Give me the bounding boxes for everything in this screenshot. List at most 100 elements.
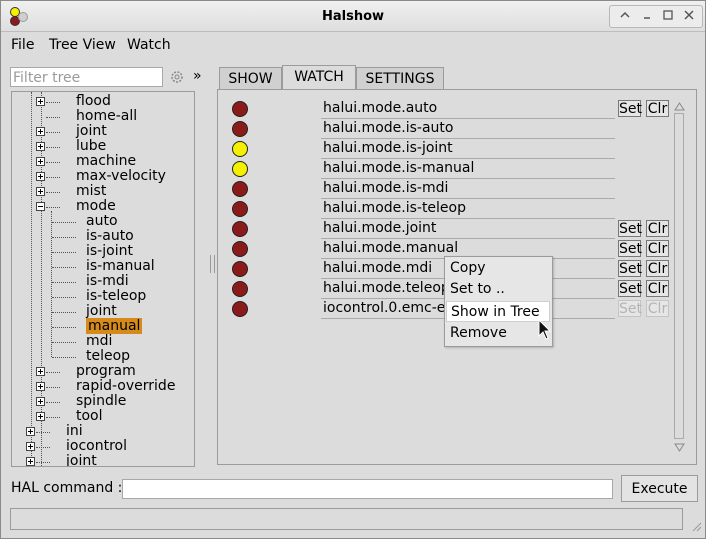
tree-item[interactable]: auto xyxy=(86,214,118,229)
clr-button[interactable]: Clr xyxy=(646,280,669,297)
tree-item[interactable]: home-all xyxy=(76,109,137,124)
tree-expand-icon[interactable] xyxy=(36,97,45,106)
tree-expand-icon[interactable] xyxy=(36,157,45,166)
clr-button[interactable]: Clr xyxy=(646,220,669,237)
resize-grip-icon[interactable] xyxy=(691,521,703,537)
tree-expand-icon[interactable] xyxy=(36,127,45,136)
tree-expand-icon[interactable] xyxy=(36,172,45,181)
tree-item[interactable]: mode xyxy=(76,199,116,214)
set-button[interactable]: Set xyxy=(618,220,642,237)
tree-connector-line xyxy=(52,342,76,343)
tree-item[interactable]: iocontrol xyxy=(66,439,127,454)
tree-item[interactable]: max-velocity xyxy=(76,169,166,184)
clr-button[interactable]: Clr xyxy=(646,240,669,257)
mouse-cursor-icon xyxy=(538,318,552,345)
expand-chevron-icon[interactable]: » xyxy=(193,68,202,84)
tree-expand-icon[interactable] xyxy=(36,367,45,376)
window-shade-icon[interactable] xyxy=(617,7,633,23)
tree-item[interactable]: joint xyxy=(76,124,107,139)
tree-expand-icon[interactable] xyxy=(26,442,35,451)
tree-expand-icon[interactable] xyxy=(26,457,35,466)
tree-connector-line xyxy=(46,132,60,133)
close-icon[interactable] xyxy=(681,7,697,23)
tree-item[interactable]: ini xyxy=(66,424,83,439)
context-remove[interactable]: Remove xyxy=(446,323,550,344)
watch-row: halui.mode.joint Set Clr xyxy=(218,219,688,239)
tree-connector-line xyxy=(52,222,76,223)
tree-item[interactable]: rapid-override xyxy=(76,379,175,394)
tree-item-label: is-auto xyxy=(86,228,134,244)
tree-item[interactable]: is-mdi xyxy=(86,274,129,289)
tree-item[interactable]: is-joint xyxy=(86,244,133,259)
context-copy[interactable]: Copy xyxy=(446,258,550,279)
tree-item[interactable]: program xyxy=(76,364,136,379)
pane-splitter[interactable] xyxy=(210,255,215,273)
tree-expand-icon[interactable] xyxy=(36,382,45,391)
tree-expand-icon[interactable] xyxy=(36,142,45,151)
clr-button[interactable]: Clr xyxy=(646,260,669,277)
hal-command-input[interactable] xyxy=(122,479,613,499)
tab-settings[interactable]: SETTINGS xyxy=(356,67,444,90)
tree-connector-line xyxy=(36,462,50,463)
filter-tree-input[interactable]: Filter tree xyxy=(10,67,163,87)
execute-button[interactable]: Execute xyxy=(621,475,698,502)
menu-bar: File Tree View Watch xyxy=(1,32,705,58)
tree-item[interactable]: spindle xyxy=(76,394,126,409)
context-set-to[interactable]: Set to .. xyxy=(446,279,550,300)
minimize-icon[interactable] xyxy=(639,7,655,23)
tab-watch[interactable]: WATCH xyxy=(282,65,356,90)
tree-item[interactable]: mist xyxy=(76,184,106,199)
tree-scrollbar[interactable] xyxy=(194,92,195,466)
signal-name: iocontrol.0.emc-en xyxy=(323,300,455,316)
gear-icon[interactable] xyxy=(169,69,185,85)
tree-item[interactable]: is-manual xyxy=(86,259,155,274)
tree-connector-line xyxy=(52,312,76,313)
tree-item-label: joint xyxy=(66,453,97,467)
watch-scroll-thumb[interactable] xyxy=(674,113,684,439)
tree-item[interactable]: is-auto xyxy=(86,229,134,244)
tree-item[interactable]: manual xyxy=(86,318,143,334)
tree-item-label: mode xyxy=(76,198,116,214)
menu-watch[interactable]: Watch xyxy=(127,37,171,53)
tree-item-label: teleop xyxy=(86,348,131,364)
tree-item-label: max-velocity xyxy=(76,168,166,184)
pin-state-led xyxy=(232,221,248,237)
tree-expand-icon[interactable] xyxy=(36,187,45,196)
tree-expand-icon[interactable] xyxy=(26,427,35,436)
set-button[interactable]: Set xyxy=(618,100,642,117)
tree-connector-line xyxy=(46,102,60,103)
tab-show[interactable]: SHOW xyxy=(219,67,282,90)
tree-item[interactable]: joint xyxy=(86,304,117,319)
tree-connector-line xyxy=(46,147,60,148)
set-button[interactable]: Set xyxy=(618,240,642,257)
clr-button[interactable]: Clr xyxy=(646,100,669,117)
set-button[interactable]: Set xyxy=(618,280,642,297)
tree-collapse-icon[interactable] xyxy=(36,202,45,211)
tree-connector-line xyxy=(52,267,76,268)
tree-item[interactable]: lube xyxy=(76,139,106,154)
context-show-in-tree[interactable]: Show in Tree xyxy=(446,301,550,322)
watch-row: halui.mode.auto Set Clr xyxy=(218,99,688,119)
tree-connector-line xyxy=(46,117,60,118)
tree-item[interactable]: flood xyxy=(76,94,111,109)
tree-item[interactable]: is-teleop xyxy=(86,289,146,304)
tree-item[interactable]: tool xyxy=(76,409,103,424)
signal-name: halui.mode.is-teleop xyxy=(323,200,467,216)
maximize-icon[interactable] xyxy=(660,7,676,23)
menu-tree-view[interactable]: Tree View xyxy=(49,37,116,53)
tree-item[interactable]: teleop xyxy=(86,349,130,364)
tree-item-label: rapid-override xyxy=(76,378,176,394)
title-bar[interactable]: Halshow xyxy=(1,1,705,32)
set-button[interactable]: Set xyxy=(618,260,642,277)
menu-file[interactable]: File xyxy=(11,37,34,53)
tree-item[interactable]: mdi xyxy=(86,334,112,349)
tree-expand-icon[interactable] xyxy=(36,397,45,406)
watch-scrollbar[interactable] xyxy=(673,99,686,455)
tree-item[interactable]: joint xyxy=(66,454,97,467)
tree-expand-icon[interactable] xyxy=(36,412,45,421)
watch-scroll-up-icon[interactable] xyxy=(674,101,685,112)
tree-connector-line xyxy=(46,387,60,388)
tree-item[interactable]: machine xyxy=(76,154,136,169)
tree-item-label: is-mdi xyxy=(86,273,129,289)
watch-scroll-down-icon[interactable] xyxy=(674,442,685,453)
